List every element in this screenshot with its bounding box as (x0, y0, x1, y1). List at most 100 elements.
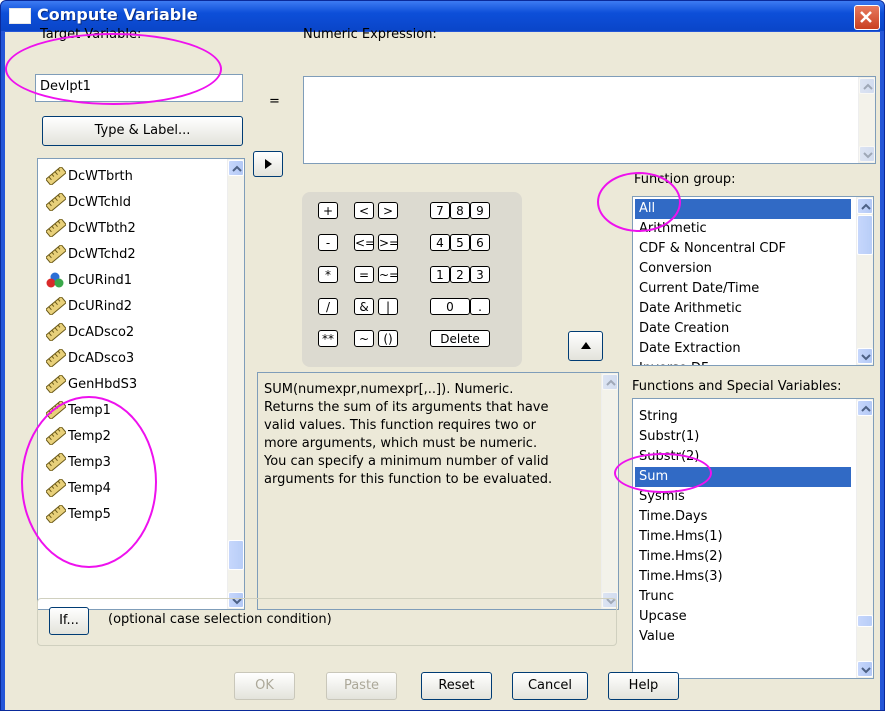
function-item[interactable]: Time.Hms(3) (635, 567, 851, 587)
scroll-down-button[interactable] (857, 348, 873, 364)
keypad-key[interactable]: ** (318, 330, 338, 347)
source-variable-list[interactable]: DcWTbrth DcWTchld DcWTbth2 DcWTchd2 DcURind1… (37, 158, 245, 610)
function-item[interactable]: Trunc (635, 587, 851, 607)
function-group-item[interactable]: Current Date/Time (635, 279, 851, 299)
scroll-up-button[interactable] (602, 374, 618, 390)
chevron-up-icon (863, 83, 873, 90)
functions-scrollbar[interactable] (856, 399, 873, 678)
keypad-key[interactable]: / (318, 298, 338, 315)
keypad-key[interactable]: 7 (430, 202, 450, 219)
target-variable-label: Target Variable: (40, 27, 142, 42)
ruler-icon (46, 401, 66, 419)
keypad-key[interactable]: 2 (450, 266, 470, 283)
scroll-up-button[interactable] (857, 198, 873, 214)
function-item[interactable]: Time.Days (635, 507, 851, 527)
scroll-down-button[interactable] (857, 661, 873, 677)
variable-list-scrollbar[interactable] (227, 159, 244, 609)
function-item[interactable]: Sysmis (635, 487, 851, 507)
function-group-item[interactable]: Inverse DF (635, 359, 851, 365)
function-item[interactable]: Time.Hms(1) (635, 527, 851, 547)
variable-name: DcWTbth2 (68, 221, 136, 236)
keypad-key[interactable]: 1 (430, 266, 450, 283)
function-description-text: SUM(numexpr,numexpr[,..]). Numeric. Retu… (264, 382, 553, 487)
function-group-list[interactable]: All Arithmetic CDF & Noncentral CDF Convers… (632, 196, 874, 366)
keypad-key[interactable]: 3 (470, 266, 490, 283)
function-item[interactable]: Substr(1) (635, 427, 851, 447)
keypad-key[interactable]: & (354, 298, 374, 315)
if-condition-text: (optional case selection condition) (108, 612, 332, 627)
chevron-down-icon (861, 667, 871, 674)
close-button[interactable] (854, 5, 880, 30)
keypad-key[interactable]: ~ (354, 330, 374, 347)
ruler-icon (46, 297, 66, 315)
if-condition-group: If... (optional case selection condition… (37, 598, 617, 646)
paste-button[interactable]: Paste (326, 672, 397, 700)
functions-list[interactable]: String Substr(1) Substr(2) Sum Sysmis Time.Da… (632, 398, 874, 679)
dialog-body: Target Variable: Devlpt1 Type & Label...… (5, 27, 880, 710)
keypad-key[interactable]: | (378, 298, 398, 315)
keypad-key[interactable]: 8 (450, 202, 470, 219)
function-group-item[interactable]: Date Creation (635, 319, 851, 339)
function-item[interactable]: Time.Hms(2) (635, 547, 851, 567)
keypad-key[interactable]: Delete (430, 330, 490, 347)
scroll-up-button[interactable] (228, 160, 244, 176)
scroll-down-button[interactable] (859, 146, 875, 162)
function-group-item[interactable]: Date Arithmetic (635, 299, 851, 319)
function-group-item[interactable]: Date Extraction (635, 339, 851, 359)
target-variable-value: Devlpt1 (40, 79, 91, 94)
keypad-key[interactable]: 4 (430, 234, 450, 251)
function-item[interactable]: String (635, 407, 851, 427)
if-button[interactable]: If... (49, 607, 89, 635)
function-group-label: Function group: (634, 172, 736, 187)
keypad-key[interactable]: 9 (470, 202, 490, 219)
numeric-expression-input[interactable] (303, 76, 876, 164)
keypad-key[interactable]: >= (378, 234, 399, 251)
keypad-key[interactable]: = (354, 266, 374, 283)
scroll-thumb[interactable] (228, 540, 244, 570)
keypad-key[interactable]: ~= (378, 266, 399, 283)
function-group-item[interactable]: CDF & Noncentral CDF (635, 239, 851, 259)
cancel-button[interactable]: Cancel (512, 672, 588, 700)
function-group-item[interactable]: Arithmetic (635, 219, 851, 239)
move-to-expression-button[interactable] (253, 151, 283, 177)
keypad-key[interactable]: < (354, 202, 374, 219)
target-variable-input[interactable]: Devlpt1 (35, 74, 243, 102)
function-item[interactable]: Sum (635, 467, 851, 487)
ruler-icon (46, 505, 66, 523)
scroll-up-button[interactable] (857, 400, 873, 416)
ruler-icon (46, 453, 66, 471)
keypad-key[interactable]: () (378, 330, 398, 347)
help-button[interactable]: Help (608, 672, 679, 700)
chevron-up-icon (861, 405, 871, 412)
ok-button[interactable]: OK (234, 672, 295, 700)
ruler-icon (46, 375, 66, 393)
variable-name: DcWTbrth (68, 169, 133, 184)
function-group-item[interactable]: Conversion (635, 259, 851, 279)
keypad-key[interactable]: + (318, 202, 338, 219)
keypad-key[interactable]: 5 (450, 234, 470, 251)
scroll-thumb[interactable] (857, 615, 873, 627)
function-item[interactable]: Upcase (635, 607, 851, 627)
keypad-key[interactable]: * (318, 266, 338, 283)
reset-button[interactable]: Reset (421, 672, 492, 700)
keypad-key[interactable]: 0 (430, 298, 470, 315)
scroll-thumb[interactable] (857, 215, 873, 255)
scroll-up-button[interactable] (859, 78, 875, 94)
keypad-key[interactable]: 6 (470, 234, 490, 251)
keypad-key[interactable]: > (378, 202, 398, 219)
function-group-item[interactable]: All (635, 199, 851, 219)
type-label-button[interactable]: Type & Label... (42, 116, 243, 146)
keypad-key[interactable]: - (318, 234, 338, 251)
function-item[interactable]: Substr(2) (635, 447, 851, 467)
keypad-key[interactable]: . (470, 298, 490, 315)
function-group-scrollbar[interactable] (856, 197, 873, 365)
keypad-key[interactable]: <= (354, 234, 375, 251)
variable-name: Temp3 (68, 455, 111, 470)
variable-name: DcWTchd2 (68, 247, 136, 262)
expression-scrollbar[interactable] (858, 77, 875, 163)
variable-name: Temp1 (68, 403, 111, 418)
ruler-icon (46, 427, 66, 445)
move-function-up-button[interactable] (568, 331, 603, 361)
description-scrollbar[interactable] (601, 373, 618, 609)
function-item[interactable]: Value (635, 627, 851, 647)
